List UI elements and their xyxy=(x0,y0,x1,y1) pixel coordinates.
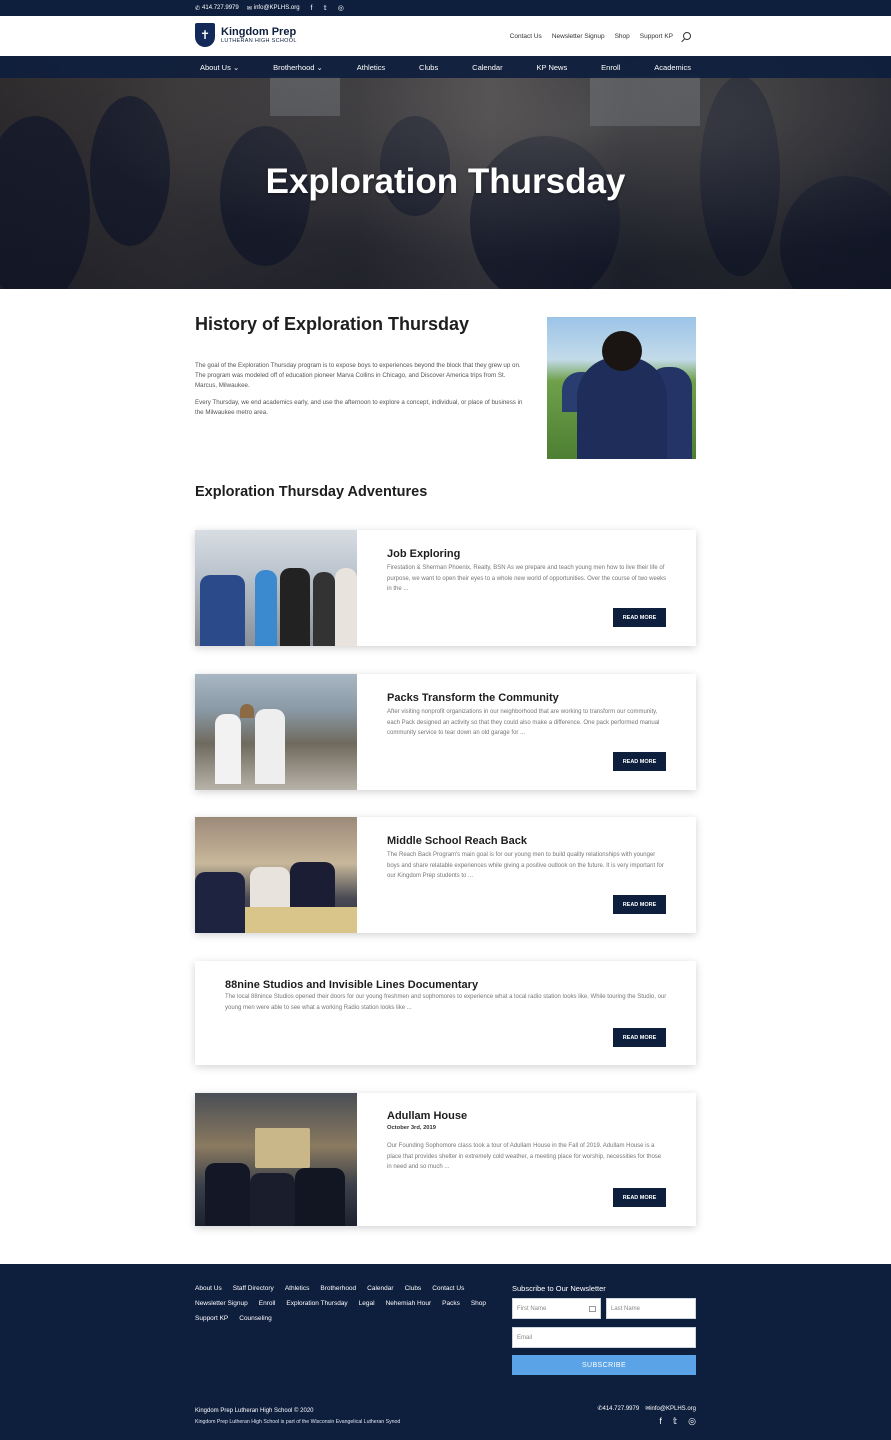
nav-item-clubs[interactable]: Clubs xyxy=(414,63,443,72)
footer-social: f 𝕥 ◎ xyxy=(659,1416,696,1427)
card-photo[interactable] xyxy=(195,674,357,790)
card-excerpt: Firestation & Sherman Phoenix, Realty, B… xyxy=(387,565,667,592)
header-link-support[interactable]: Support KP xyxy=(640,33,673,40)
card-excerpt: After visiting nonprofit organizations i… xyxy=(387,709,660,736)
chevron-down-icon: ⌄ xyxy=(316,62,323,72)
footer-link[interactable]: Enroll xyxy=(259,1300,276,1307)
footer-phone[interactable]: ✆414.727.9979 xyxy=(597,1405,639,1412)
mail-icon: ✉ xyxy=(246,5,252,12)
footer-link[interactable]: Calendar xyxy=(367,1285,393,1292)
read-more-button[interactable]: READ MORE xyxy=(613,895,666,914)
read-more-button[interactable]: READ MORE xyxy=(613,1188,666,1207)
affiliation-text: Kingdom Prep Lutheran High School is par… xyxy=(195,1419,401,1425)
adventures-heading: Exploration Thursday Adventures xyxy=(195,484,428,500)
facebook-icon[interactable]: f xyxy=(659,1416,662,1427)
read-more-button[interactable]: READ MORE xyxy=(613,608,666,627)
card-title[interactable]: Packs Transform the Community xyxy=(387,692,559,704)
footer-link[interactable]: Newsletter Signup xyxy=(195,1300,248,1307)
chevron-down-icon: ⌄ xyxy=(232,62,240,72)
footer-link[interactable]: Shop xyxy=(471,1300,486,1307)
nav-item-academics[interactable]: Academics xyxy=(649,63,696,72)
card-title[interactable]: Middle School Reach Back xyxy=(387,835,527,847)
card-title[interactable]: Adullam House xyxy=(387,1110,467,1122)
adventure-card: Job Exploring Firestation & Sherman Phoe… xyxy=(195,530,696,646)
footer-link[interactable]: About Us xyxy=(195,1285,222,1292)
site-logo[interactable]: ✝ Kingdom Prep LUTHERAN HIGH SCHOOL xyxy=(195,23,297,47)
card-excerpt: Our Founding Sophomore class took a tour… xyxy=(387,1143,662,1170)
hero-title: Exploration Thursday xyxy=(265,162,626,201)
newsletter-heading: Subscribe to Our Newsletter xyxy=(512,1284,606,1293)
footer-link[interactable]: Contact Us xyxy=(432,1285,464,1292)
topbar-phone[interactable]: ✆ 414.727.9979 xyxy=(195,5,239,12)
subscribe-button[interactable]: SUBSCRIBE xyxy=(512,1355,696,1375)
footer-link[interactable]: Legal xyxy=(359,1300,375,1307)
card-photo[interactable] xyxy=(195,817,357,933)
card-photo[interactable] xyxy=(195,1093,357,1226)
first-name-field[interactable]: First Name xyxy=(512,1298,601,1319)
footer-links: About Us Staff Directory Athletics Broth… xyxy=(195,1285,495,1322)
twitter-icon[interactable]: 𝕥 xyxy=(324,4,327,12)
site-footer: About Us Staff Directory Athletics Broth… xyxy=(0,1264,891,1440)
card-photo[interactable] xyxy=(195,530,357,646)
adventure-card: Packs Transform the Community After visi… xyxy=(195,674,696,790)
search-icon[interactable] xyxy=(683,32,691,40)
card-excerpt: The local 88nince Studios opened their d… xyxy=(225,994,667,1011)
main-nav: About Us ⌄ Brotherhood ⌄ Athletics Clubs… xyxy=(0,56,891,78)
nav-item-kp-news[interactable]: KP News xyxy=(532,63,573,72)
footer-link[interactable]: Clubs xyxy=(405,1285,422,1292)
header-link-contact[interactable]: Contact Us xyxy=(510,33,542,40)
instagram-icon[interactable]: ◎ xyxy=(338,4,344,12)
twitter-icon[interactable]: 𝕥 xyxy=(673,1416,677,1427)
nav-item-calendar[interactable]: Calendar xyxy=(467,63,507,72)
header-link-newsletter[interactable]: Newsletter Signup xyxy=(552,33,605,40)
footer-link[interactable]: Athletics xyxy=(285,1285,310,1292)
topbar-email[interactable]: ✉ info@KPLHS.org xyxy=(247,5,300,12)
facebook-icon[interactable]: f xyxy=(311,5,313,12)
footer-link[interactable]: Exploration Thursday xyxy=(286,1300,347,1307)
phone-icon: ✆ xyxy=(195,5,201,12)
site-header: ✝ Kingdom Prep LUTHERAN HIGH SCHOOL Cont… xyxy=(0,16,891,56)
card-title[interactable]: 88nine Studios and Invisible Lines Docum… xyxy=(225,979,478,991)
footer-link[interactable]: Nehemiah Hour xyxy=(386,1300,432,1307)
footer-link[interactable]: Staff Directory xyxy=(233,1285,274,1292)
adventure-card: Middle School Reach Back The Reach Back … xyxy=(195,817,696,933)
top-bar: ✆ 414.727.9979 ✉ info@KPLHS.org f 𝕥 ◎ xyxy=(0,0,891,16)
nav-item-athletics[interactable]: Athletics xyxy=(352,63,390,72)
adventure-card: Adullam House October 3rd, 2019 Our Foun… xyxy=(195,1093,696,1226)
footer-link[interactable]: Brotherhood xyxy=(320,1285,356,1292)
header-link-shop[interactable]: Shop xyxy=(615,33,630,40)
email-field[interactable]: Email xyxy=(512,1327,696,1348)
adventure-card: 88nine Studios and Invisible Lines Docum… xyxy=(195,961,696,1065)
read-more-button[interactable]: READ MORE xyxy=(613,752,666,771)
footer-link[interactable]: Support KP xyxy=(195,1315,228,1322)
instagram-icon[interactable]: ◎ xyxy=(688,1416,696,1427)
card-excerpt: The Reach Back Program's main goal is fo… xyxy=(387,852,664,879)
shield-cross-icon: ✝ xyxy=(195,23,215,47)
last-name-field[interactable]: Last Name xyxy=(606,1298,696,1319)
nav-item-enroll[interactable]: Enroll xyxy=(596,63,625,72)
card-title[interactable]: Job Exploring xyxy=(387,548,460,560)
card-date: October 3rd, 2019 xyxy=(387,1125,436,1131)
history-paragraph-1: The goal of the Exploration Thursday pro… xyxy=(195,362,521,389)
logo-subtitle: LUTHERAN HIGH SCHOOL xyxy=(221,37,297,44)
logo-title: Kingdom Prep xyxy=(221,25,297,38)
footer-contact: ✆414.727.9979 ✉info@KPLHS.org xyxy=(597,1405,696,1412)
history-paragraph-2: Every Thursday, we end academics early, … xyxy=(195,399,523,416)
read-more-button[interactable]: READ MORE xyxy=(613,1028,666,1047)
nav-item-about-us[interactable]: About Us ⌄ xyxy=(195,63,244,72)
nav-item-brotherhood[interactable]: Brotherhood ⌄ xyxy=(268,63,328,72)
contact-card-icon xyxy=(589,1306,596,1312)
header-links: Contact Us Newsletter Signup Shop Suppor… xyxy=(510,32,691,40)
copyright: Kingdom Prep Lutheran High School © 2020 xyxy=(195,1408,314,1414)
footer-email[interactable]: ✉info@KPLHS.org xyxy=(645,1405,696,1412)
footer-link[interactable]: Counseling xyxy=(239,1315,272,1322)
history-photo xyxy=(547,317,696,459)
footer-link[interactable]: Packs xyxy=(442,1300,460,1307)
history-heading: History of Exploration Thursday xyxy=(195,314,470,334)
